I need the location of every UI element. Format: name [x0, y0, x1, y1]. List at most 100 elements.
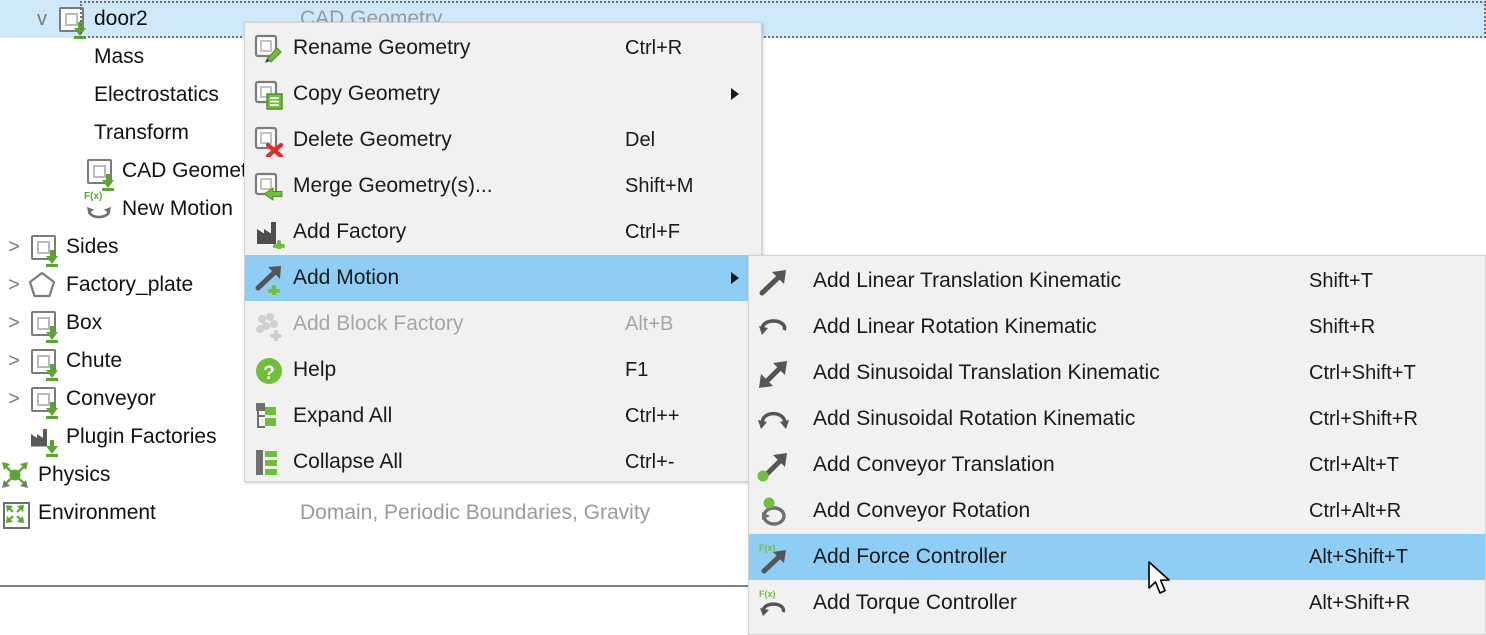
submenu-item-shortcut: Alt+Shift+R [1309, 591, 1411, 614]
linear-translation-icon [749, 264, 811, 298]
submenu-arrow-icon [731, 88, 739, 100]
menu-item-label: Expand All [293, 404, 393, 427]
menu-item-label: Add Factory [293, 220, 407, 243]
menu-item-shortcut: Alt+B [625, 312, 674, 335]
menu-item-shortcut: Ctrl+F [625, 220, 680, 243]
environment-icon [0, 498, 30, 529]
submenu-item-add-conveyor-translation[interactable]: Add Conveyor Translation Ctrl+Alt+T [749, 442, 1485, 488]
pentagon-icon [28, 270, 58, 300]
menu-item-shortcut: Ctrl+R [625, 36, 683, 59]
menu-item-shortcut: Ctrl++ [625, 404, 680, 427]
sinusoidal-translation-icon [749, 356, 811, 390]
svg-text:F(x): F(x) [759, 543, 776, 553]
tree-expander-10[interactable]: > [0, 389, 28, 409]
merge-geometry-icon [245, 169, 291, 203]
menu-item-label: Help [293, 358, 337, 381]
submenu-item-shortcut: Ctrl+Shift+T [1309, 361, 1416, 384]
mouse-cursor [1147, 560, 1173, 603]
submenu-item-add-linear-rotation-kinematic[interactable]: Add Linear Rotation Kinematic Shift+R [749, 304, 1485, 350]
menu-item-delete-geometry[interactable]: Delete Geometry Del [245, 117, 761, 163]
tree-item-label: Conveyor [66, 387, 156, 410]
tree-item-label: Mass [94, 45, 145, 68]
tree-item-label: Sides [66, 235, 119, 258]
submenu-item-shortcut: Shift+T [1309, 269, 1373, 292]
tree-expander-7[interactable]: > [0, 275, 28, 295]
submenu-item-add-torque-controller[interactable]: F(x) Add Torque Controller Alt+Shift+R [749, 580, 1485, 626]
submenu-arrow-icon [731, 272, 739, 284]
submenu-item-add-sinusoidal-translation-kinematic[interactable]: Add Sinusoidal Translation Kinematic Ctrl… [749, 350, 1485, 396]
menu-item-help[interactable]: ? Help F1 [245, 347, 761, 393]
tree-expander-6[interactable]: > [0, 237, 28, 257]
submenu-item-shortcut: Ctrl+Alt+T [1309, 453, 1400, 476]
force-controller-icon: F(x) [749, 540, 811, 574]
menu-item-copy-geometry[interactable]: Copy Geometry [245, 71, 761, 117]
svg-text:?: ? [263, 363, 275, 384]
conveyor-rotation-icon [749, 494, 811, 528]
geometry-icon [56, 4, 86, 39]
menu-item-expand-all[interactable]: Expand All Ctrl++ [245, 393, 761, 439]
menu-item-label: Add Block Factory [293, 312, 464, 335]
submenu-item-shortcut: Ctrl+Alt+R [1309, 499, 1402, 522]
menu-item-rename-geometry[interactable]: Rename Geometry Ctrl+R [245, 25, 761, 71]
menu-item-add-factory[interactable]: Add Factory Ctrl+F [245, 209, 761, 255]
tree-expander-9[interactable]: > [0, 351, 28, 371]
copy-geometry-icon [245, 77, 291, 111]
sinusoidal-rotation-icon [749, 402, 811, 436]
menu-item-label: Add Motion [293, 266, 400, 289]
menu-item-label: Rename Geometry [293, 36, 471, 59]
add-motion-icon [245, 261, 291, 295]
geometry-context-menu[interactable]: Rename Geometry Ctrl+R Copy Geometry Delete… [244, 22, 762, 482]
tree-item-label: Electrostatics [94, 83, 219, 106]
menu-item-label: Collapse All [293, 450, 403, 473]
submenu-item-shortcut: Shift+R [1309, 315, 1376, 338]
tree-item-label: CAD Geometry [122, 159, 265, 182]
submenu-item-add-conveyor-rotation[interactable]: Add Conveyor Rotation Ctrl+Alt+R [749, 488, 1485, 534]
delete-geometry-icon [245, 123, 291, 157]
linear-rotation-icon [749, 310, 811, 344]
tree-item-label: New Motion [122, 197, 233, 220]
menu-item-label: Copy Geometry [293, 82, 441, 105]
geometry-icon [28, 232, 58, 267]
menu-item-add-block-factory: Add Block Factory Alt+B [245, 301, 761, 347]
menu-item-collapse-all[interactable]: Collapse All Ctrl+- [245, 439, 761, 485]
factory-icon [28, 422, 58, 457]
submenu-item-label: Add Linear Translation Kinematic [813, 269, 1122, 292]
menu-item-shortcut: F1 [625, 358, 649, 381]
geometry-icon [28, 346, 58, 381]
geometry-icon [84, 156, 114, 191]
add-motion-submenu[interactable]: Add Linear Translation Kinematic Shift+T A… [748, 255, 1486, 635]
submenu-item-add-linear-translation-kinematic[interactable]: Add Linear Translation Kinematic Shift+T [749, 258, 1485, 304]
tree-item-label: Box [66, 311, 103, 334]
tree-expander-0[interactable]: v [28, 9, 56, 29]
collapse-all-icon [245, 445, 291, 479]
geometry-icon [28, 384, 58, 419]
add-factory-icon [245, 215, 291, 249]
tree-item-label: Physics [38, 463, 111, 486]
geometry-icon [28, 308, 58, 343]
add-block-factory-icon [245, 307, 291, 341]
svg-text:F(x): F(x) [759, 589, 776, 599]
menu-item-shortcut: Shift+M [625, 174, 694, 197]
submenu-item-shortcut: Alt+Shift+T [1309, 545, 1408, 568]
expand-all-icon [245, 399, 291, 433]
submenu-item-shortcut: Ctrl+Shift+R [1309, 407, 1418, 430]
tree-item-label: Factory_plate [66, 273, 194, 296]
menu-item-shortcut: Ctrl+- [625, 450, 675, 473]
tree-item-label: Environment [38, 501, 156, 524]
torque-controller-icon: F(x) [749, 586, 811, 620]
motion-icon: F(x) [84, 192, 114, 224]
tree-item-subtext: Domain, Periodic Boundaries, Gravity [300, 501, 651, 524]
submenu-item-add-force-controller[interactable]: F(x) Add Force Controller Alt+Shift+T [749, 534, 1485, 580]
tree-item-label: Chute [66, 349, 123, 372]
tree-expander-8[interactable]: > [0, 313, 28, 333]
tree-item-label: door2 [94, 7, 148, 30]
submenu-item-add-sinusoidal-rotation-kinematic[interactable]: Add Sinusoidal Rotation Kinematic Ctrl+Sh… [749, 396, 1485, 442]
menu-item-label: Delete Geometry [293, 128, 452, 151]
rename-geometry-icon [245, 31, 291, 65]
conveyor-translation-icon [749, 448, 811, 482]
menu-item-add-motion[interactable]: Add Motion [245, 255, 761, 301]
submenu-item-label: Add Linear Rotation Kinematic [813, 315, 1097, 338]
help-icon: ? [245, 353, 291, 387]
menu-item-shortcut: Del [625, 128, 656, 151]
menu-item-merge-geometry-s[interactable]: Merge Geometry(s)... Shift+M [245, 163, 761, 209]
